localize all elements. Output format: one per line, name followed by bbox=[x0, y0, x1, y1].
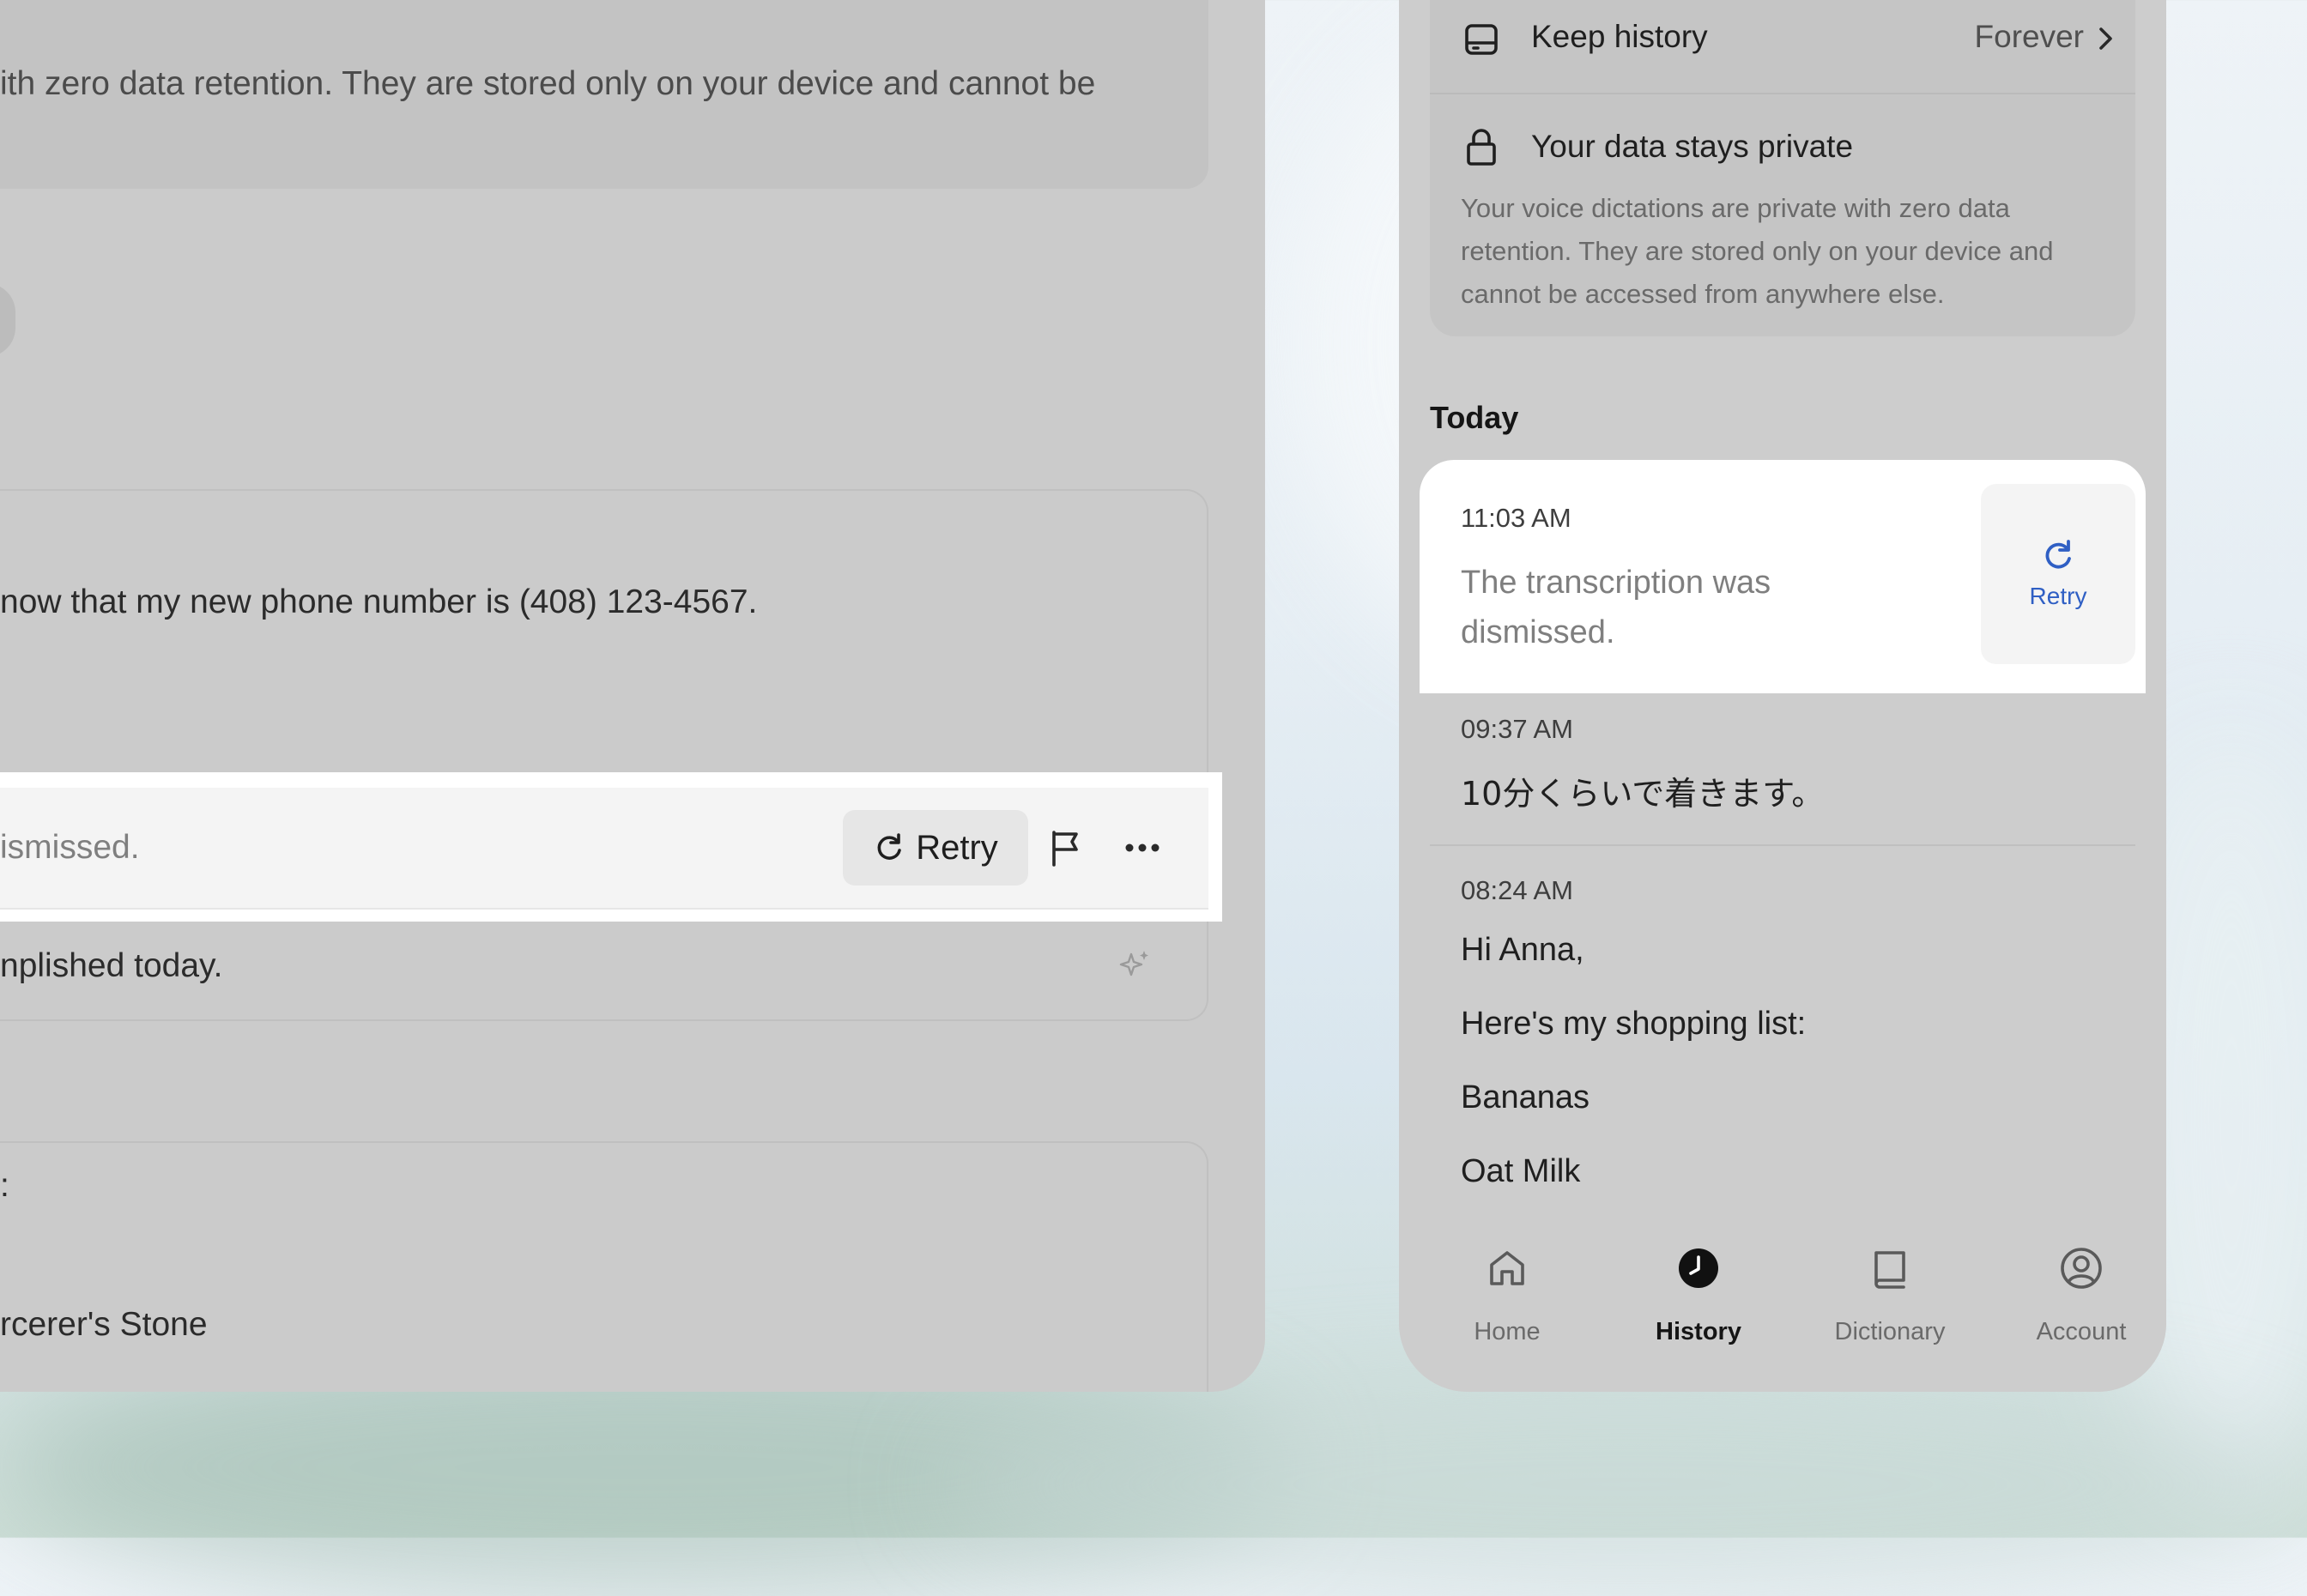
keep-history-value: Forever bbox=[1974, 19, 2084, 54]
lock-icon bbox=[1467, 129, 1496, 166]
entry-text-book: rcerer's Stone bbox=[0, 1306, 208, 1343]
retry-label: Retry bbox=[2029, 583, 2087, 609]
bottom-nav: Home History Dictionary Account bbox=[1399, 1212, 2166, 1392]
entry-time: 11:03 AM bbox=[1461, 503, 1571, 533]
nav-label: Account bbox=[2036, 1318, 2127, 1345]
account-icon bbox=[2061, 1248, 2102, 1289]
retry-button[interactable]: Retry bbox=[843, 810, 1028, 886]
history-entry-card bbox=[0, 1141, 1208, 1392]
history-entry[interactable]: 09:37 AM 10分くらいで着きます。 bbox=[1430, 693, 2135, 846]
desktop-history-window: ith zero data retention. They are stored… bbox=[0, 0, 1265, 1392]
history-entry[interactable]: 08:24 AM Hi Anna, Here's my shopping lis… bbox=[1430, 846, 2135, 1224]
book-icon bbox=[1874, 1251, 1905, 1289]
entry-text-line: Here's my shopping list: bbox=[1461, 1006, 1807, 1042]
toggle-pill[interactable] bbox=[0, 283, 15, 357]
mobile-history-screen: Keep history Forever Your data stays pri… bbox=[1399, 0, 2166, 1392]
home-icon bbox=[1490, 1251, 1524, 1285]
entry-text-accomplished: nplished today. bbox=[0, 947, 223, 984]
privacy-description: Your voice dictations are private with z… bbox=[1461, 193, 2054, 309]
storage-icon bbox=[1465, 24, 1498, 55]
history-entry-card bbox=[0, 489, 1208, 1021]
entry-text: The transcription was dismissed. bbox=[1461, 565, 1771, 650]
retry-label: Retry bbox=[916, 828, 998, 867]
nav-item-home[interactable]: Home bbox=[1430, 1234, 1584, 1345]
keep-history-label: Keep history bbox=[1531, 19, 1708, 54]
entry-text-line: Bananas bbox=[1461, 1079, 1590, 1115]
nav-label: Home bbox=[1474, 1318, 1541, 1345]
nav-item-dictionary[interactable]: Dictionary bbox=[1813, 1234, 1967, 1345]
clock-icon bbox=[1679, 1248, 1718, 1288]
entry-time: 08:24 AM bbox=[1461, 875, 1573, 905]
flag-icon[interactable] bbox=[1045, 827, 1087, 868]
nav-label: Dictionary bbox=[1834, 1318, 1946, 1345]
entry-text-colon: : bbox=[0, 1167, 9, 1204]
keep-history-row[interactable]: Keep history Forever bbox=[1430, 0, 2135, 94]
retry-icon bbox=[877, 833, 902, 860]
retry-icon bbox=[2045, 540, 2071, 569]
entry-text-line: Oat Milk bbox=[1461, 1153, 1581, 1189]
chevron-right-icon bbox=[2099, 27, 2112, 50]
nav-label: History bbox=[1656, 1318, 1741, 1345]
nav-item-account[interactable]: Account bbox=[2004, 1234, 2159, 1345]
privacy-info-text: ith zero data retention. They are stored… bbox=[0, 65, 1096, 102]
entry-text-phone: now that my new phone number is (408) 12… bbox=[0, 583, 758, 620]
dismissed-entry-highlight: ismissed. Retry bbox=[0, 772, 1222, 922]
retry-button[interactable]: Retry bbox=[1981, 484, 2135, 664]
section-heading-today: Today bbox=[1430, 400, 1519, 435]
privacy-title: Your data stays private bbox=[1531, 129, 1854, 164]
history-entry[interactable]: 11:03 AM The transcription was dismissed… bbox=[1430, 472, 2135, 681]
sparkle-icon[interactable] bbox=[1117, 947, 1152, 982]
entry-text: 10分くらいで着きます。 bbox=[1461, 775, 1825, 813]
privacy-settings-card: Keep history Forever Your data stays pri… bbox=[1430, 0, 2135, 336]
entry-text-line: Hi Anna, bbox=[1461, 932, 1584, 968]
dismissed-status-text: ismissed. bbox=[0, 829, 140, 866]
nav-item-history[interactable]: History bbox=[1621, 1234, 1776, 1345]
dismissed-entry-highlight: 11:03 AM The transcription was dismissed… bbox=[1420, 460, 2146, 693]
dismissed-entry-row: ismissed. Retry bbox=[0, 788, 1208, 910]
entry-time: 09:37 AM bbox=[1461, 714, 1573, 744]
more-icon[interactable] bbox=[1121, 831, 1164, 865]
